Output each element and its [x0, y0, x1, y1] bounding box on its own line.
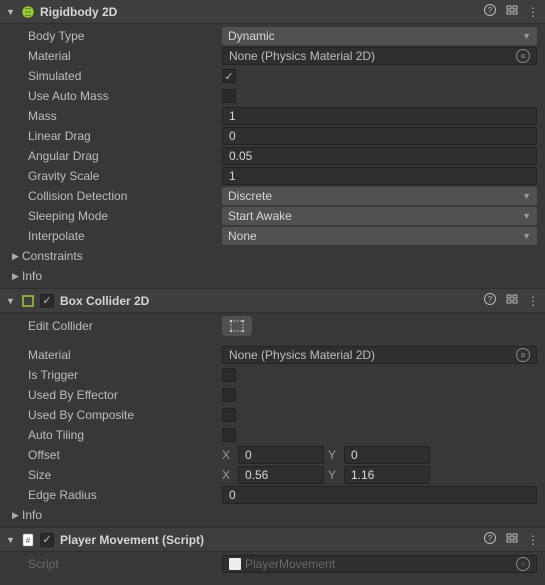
edge-radius-label: Edge Radius — [28, 488, 222, 502]
preset-icon[interactable] — [505, 292, 519, 309]
chevron-down-icon: ▼ — [522, 191, 531, 201]
boxcollider-material-label: Material — [28, 348, 222, 362]
used-by-effector-checkbox[interactable] — [222, 388, 236, 402]
offset-label: Offset — [28, 448, 222, 462]
size-y-field[interactable]: 1.16 — [344, 466, 430, 484]
preset-icon[interactable] — [505, 531, 519, 548]
collision-detection-label: Collision Detection — [28, 189, 222, 203]
help-icon[interactable]: ? — [483, 3, 497, 20]
help-icon[interactable]: ? — [483, 531, 497, 548]
body-type-label: Body Type — [28, 29, 222, 43]
body-type-dropdown[interactable]: Dynamic▼ — [222, 27, 537, 45]
boxcollider-icon — [20, 293, 36, 309]
menu-icon[interactable]: ⋮ — [527, 294, 539, 308]
arrow-right-icon: ▶ — [12, 271, 22, 282]
is-trigger-label: Is Trigger — [28, 368, 222, 382]
menu-icon[interactable]: ⋮ — [527, 5, 539, 19]
boxcollider-enable-checkbox[interactable]: ✓ — [40, 294, 54, 308]
preset-icon[interactable] — [505, 3, 519, 20]
object-picker-icon[interactable]: ⊙ — [516, 348, 530, 362]
svg-text:?: ? — [488, 6, 493, 15]
linear-drag-label: Linear Drag — [28, 129, 222, 143]
mass-label: Mass — [28, 109, 222, 123]
used-by-effector-label: Used By Effector — [28, 388, 222, 402]
material-field[interactable]: None (Physics Material 2D)⊙ — [222, 47, 537, 65]
collision-detection-dropdown[interactable]: Discrete▼ — [222, 187, 537, 205]
boxcollider-info-foldout[interactable]: ▶Info — [0, 505, 545, 525]
fold-icon[interactable]: ▼ — [6, 296, 16, 306]
mass-field[interactable]: 1 — [222, 107, 537, 125]
script-label: Script — [28, 557, 222, 571]
rigidbody-header[interactable]: ▼ Rigidbody 2D ? ⋮ — [0, 0, 545, 24]
linear-drag-field[interactable]: 0 — [222, 127, 537, 145]
simulated-checkbox[interactable]: ✓ — [222, 69, 236, 83]
rigidbody-icon — [20, 4, 36, 20]
boxcollider-header[interactable]: ▼ ✓ Box Collider 2D ? ⋮ — [0, 289, 545, 313]
object-picker-icon[interactable]: ⊙ — [516, 49, 530, 63]
interpolate-label: Interpolate — [28, 229, 222, 243]
size-x-field[interactable]: 0.56 — [238, 466, 324, 484]
sleeping-mode-label: Sleeping Mode — [28, 209, 222, 223]
edge-radius-field[interactable]: 0 — [222, 486, 537, 504]
size-y-label[interactable]: Y — [328, 468, 340, 482]
simulated-label: Simulated — [28, 69, 222, 83]
chevron-down-icon: ▼ — [522, 231, 531, 241]
fold-icon[interactable]: ▼ — [6, 535, 16, 545]
angular-drag-field[interactable]: 0.05 — [222, 147, 537, 165]
playermovement-body: Script PlayerMovement⊙ — [0, 552, 545, 576]
playermovement-header[interactable]: ▼ # ✓ Player Movement (Script) ? ⋮ — [0, 528, 545, 552]
rigidbody-title: Rigidbody 2D — [40, 5, 483, 19]
angular-drag-label: Angular Drag — [28, 149, 222, 163]
info-foldout[interactable]: ▶Info — [0, 266, 545, 286]
auto-tiling-label: Auto Tiling — [28, 428, 222, 442]
offset-x-label[interactable]: X — [222, 448, 234, 462]
edit-collider-button[interactable] — [222, 316, 252, 336]
is-trigger-checkbox[interactable] — [222, 368, 236, 382]
help-icon[interactable]: ? — [483, 292, 497, 309]
sleeping-mode-dropdown[interactable]: Start Awake▼ — [222, 207, 537, 225]
object-picker-icon: ⊙ — [516, 557, 530, 571]
svg-text:#: # — [26, 536, 31, 545]
material-label: Material — [28, 49, 222, 63]
offset-y-field[interactable]: 0 — [344, 446, 430, 464]
boxcollider-title: Box Collider 2D — [60, 294, 483, 308]
interpolate-dropdown[interactable]: None▼ — [222, 227, 537, 245]
size-x-label[interactable]: X — [222, 468, 234, 482]
boxcollider-body: Edit Collider Material None (Physics Mat… — [0, 313, 545, 527]
menu-icon[interactable]: ⋮ — [527, 533, 539, 547]
edit-collider-label: Edit Collider — [28, 319, 222, 333]
gravity-scale-label: Gravity Scale — [28, 169, 222, 183]
svg-text:?: ? — [488, 295, 493, 304]
svg-text:?: ? — [488, 534, 493, 543]
use-auto-mass-checkbox[interactable] — [222, 89, 236, 103]
offset-x-field[interactable]: 0 — [238, 446, 324, 464]
playermovement-title: Player Movement (Script) — [60, 533, 483, 547]
arrow-right-icon: ▶ — [12, 251, 22, 262]
boxcollider-material-field[interactable]: None (Physics Material 2D)⊙ — [222, 346, 537, 364]
fold-icon[interactable]: ▼ — [6, 7, 16, 17]
constraints-foldout[interactable]: ▶Constraints — [0, 246, 545, 266]
use-auto-mass-label: Use Auto Mass — [28, 89, 222, 103]
used-by-composite-checkbox[interactable] — [222, 408, 236, 422]
rigidbody-body: Body Type Dynamic▼ Material None (Physic… — [0, 24, 545, 288]
chevron-down-icon: ▼ — [522, 211, 531, 221]
offset-y-label[interactable]: Y — [328, 448, 340, 462]
script-icon: # — [20, 532, 36, 548]
arrow-right-icon: ▶ — [12, 510, 22, 521]
chevron-down-icon: ▼ — [522, 31, 531, 41]
size-label: Size — [28, 468, 222, 482]
script-field: PlayerMovement⊙ — [222, 555, 537, 573]
auto-tiling-checkbox[interactable] — [222, 428, 236, 442]
used-by-composite-label: Used By Composite — [28, 408, 222, 422]
gravity-scale-field[interactable]: 1 — [222, 167, 537, 185]
playermovement-enable-checkbox[interactable]: ✓ — [40, 533, 54, 547]
